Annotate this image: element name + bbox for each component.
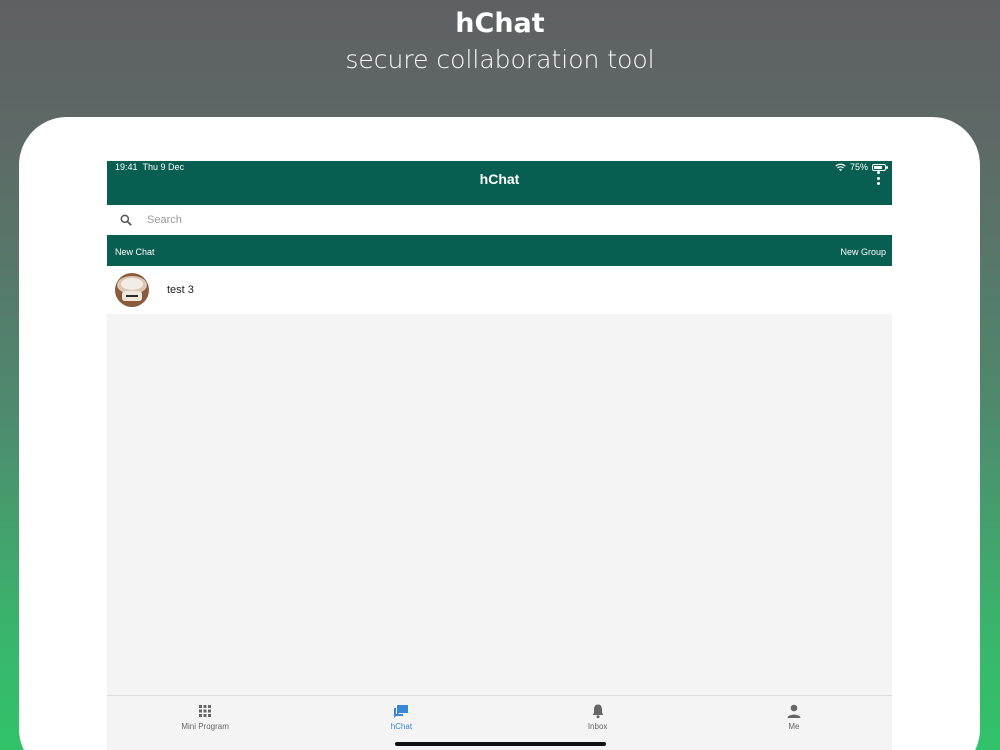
promo-subtitle: secure collaboration tool [345, 45, 655, 74]
new-chat-button[interactable]: New Chat [115, 247, 155, 257]
new-group-button[interactable]: New Group [840, 247, 886, 257]
tab-label: Me [788, 722, 800, 731]
promo-title: hChat [455, 8, 545, 39]
more-options-icon[interactable] [875, 171, 881, 185]
search-input[interactable] [147, 214, 847, 226]
grid-icon [199, 705, 212, 717]
avatar [115, 273, 149, 307]
search-bar [107, 205, 892, 235]
action-bar: New Chat New Group [107, 235, 892, 266]
person-icon [787, 704, 801, 718]
page-title: hChat [479, 171, 520, 187]
tab-label: Inbox [587, 722, 608, 731]
app-screen: 19:41 Thu 9 Dec 75% hChat New Chat New G… [107, 161, 892, 750]
battery-icon [872, 163, 888, 171]
top-bar: 19:41 Thu 9 Dec 75% hChat [107, 161, 892, 205]
search-icon [120, 214, 132, 226]
tab-label: Mini Program [181, 722, 229, 731]
chat-list: test 3 [107, 266, 892, 314]
chat-icon [394, 705, 409, 718]
chat-name: test 3 [167, 284, 194, 296]
tab-mini-program[interactable]: Mini Program [107, 696, 303, 750]
tab-label: hChat [390, 722, 413, 731]
tab-me[interactable]: Me [696, 696, 892, 750]
bell-icon [592, 704, 604, 719]
list-item[interactable]: test 3 [107, 266, 892, 314]
home-indicator [395, 742, 606, 746]
